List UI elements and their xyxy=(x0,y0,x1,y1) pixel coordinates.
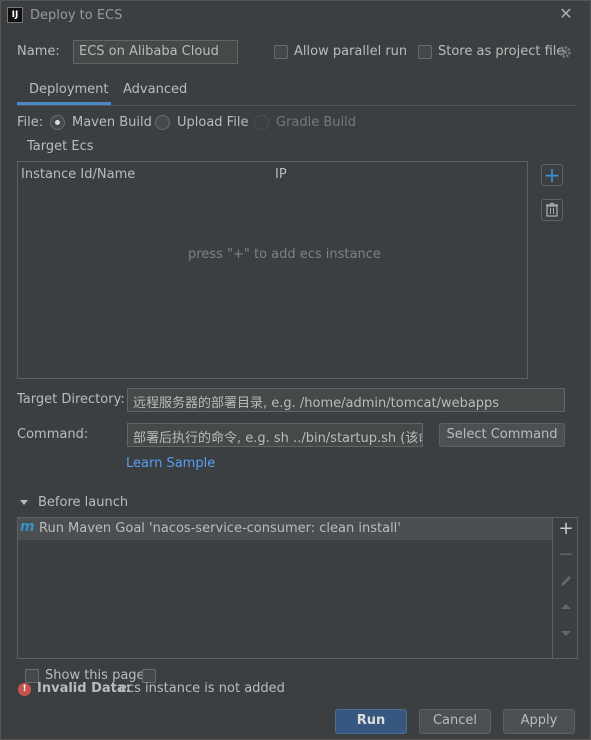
target-ecs-label: Target Ecs xyxy=(27,139,94,154)
command-label: Command: xyxy=(17,427,89,442)
apply-button[interactable]: Apply xyxy=(503,709,575,734)
empty-table-hint: press "+" to add ecs instance xyxy=(188,247,381,262)
window-title: Deploy to ECS xyxy=(30,8,123,23)
move-down-icon[interactable] xyxy=(557,624,575,642)
maven-build-label: Maven Build xyxy=(72,115,152,130)
intellij-app-icon: IJ xyxy=(7,7,23,23)
title-bar: IJ Deploy to ECS ✕ xyxy=(1,1,590,31)
store-project-checkbox[interactable] xyxy=(418,45,432,59)
deploy-dialog: IJ Deploy to ECS ✕ Name: ECS on Alibaba … xyxy=(0,0,591,740)
task-label: Run Maven Goal 'nacos-service-consumer: … xyxy=(39,521,401,536)
store-project-label: Store as project file xyxy=(438,44,565,59)
name-input[interactable]: ECS on Alibaba Cloud xyxy=(73,40,238,64)
delete-instance-button[interactable] xyxy=(541,199,563,221)
column-header-ip: IP xyxy=(275,167,287,182)
gradle-build-label: Gradle Build xyxy=(276,115,357,130)
close-icon[interactable]: ✕ xyxy=(557,5,575,23)
allow-parallel-checkbox[interactable] xyxy=(274,45,288,59)
error-title: Invalid Data: xyxy=(37,681,131,696)
error-icon: ! xyxy=(18,683,31,696)
gradle-build-radio[interactable] xyxy=(254,115,269,130)
gear-icon[interactable] xyxy=(558,45,572,59)
run-button[interactable]: Run xyxy=(335,709,407,734)
move-up-icon[interactable] xyxy=(557,598,575,616)
error-message: ecs instance is not added xyxy=(119,681,285,696)
plus-icon: + xyxy=(543,163,561,187)
column-header-instance: Instance Id/Name xyxy=(21,167,136,182)
collapse-triangle-icon[interactable] xyxy=(19,498,29,508)
command-input[interactable]: 部署后执行的命令, e.g. sh ../bin/startup.sh (该命令… xyxy=(127,423,423,447)
maven-build-radio[interactable] xyxy=(50,115,65,130)
target-ecs-table[interactable]: Instance Id/Name IP press "+" to add ecs… xyxy=(17,161,528,379)
tab-deployment[interactable]: Deployment xyxy=(29,82,109,97)
trash-icon xyxy=(546,202,558,217)
file-label: File: xyxy=(17,115,44,130)
allow-parallel-label: Allow parallel run xyxy=(294,44,408,59)
before-launch-label: Before launch xyxy=(38,495,129,510)
select-command-button[interactable]: Select Command xyxy=(439,423,565,447)
target-directory-label: Target Directory: xyxy=(17,392,125,407)
target-directory-input[interactable]: 远程服务器的部署目录, e.g. /home/admin/tomcat/weba… xyxy=(127,388,565,412)
learn-sample-link[interactable]: Learn Sample xyxy=(126,456,215,471)
tabs-divider xyxy=(17,105,577,106)
edit-icon[interactable] xyxy=(557,572,575,590)
name-label: Name: xyxy=(17,44,60,59)
minus-icon[interactable]: − xyxy=(557,546,575,564)
add-instance-button[interactable]: + xyxy=(541,164,563,186)
cancel-button[interactable]: Cancel xyxy=(419,709,491,734)
plus-icon[interactable]: + xyxy=(557,520,575,538)
upload-file-radio[interactable] xyxy=(155,115,170,130)
before-launch-toolbar: + − xyxy=(552,518,578,658)
list-item[interactable]: m Run Maven Goal 'nacos-service-consumer… xyxy=(18,518,552,540)
before-launch-list: m Run Maven Goal 'nacos-service-consumer… xyxy=(17,517,578,659)
tab-advanced[interactable]: Advanced xyxy=(123,82,187,97)
upload-file-label: Upload File xyxy=(177,115,249,130)
maven-icon: m xyxy=(20,519,35,535)
